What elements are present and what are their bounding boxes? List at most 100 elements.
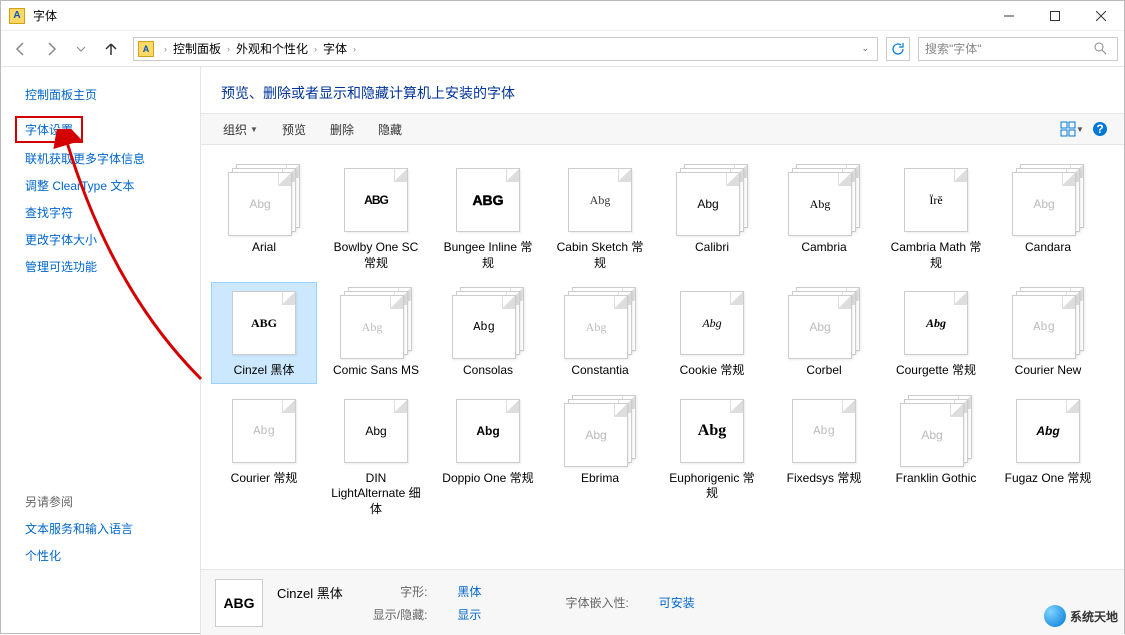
sidebar-home[interactable]: 控制面板主页: [1, 81, 200, 108]
font-item[interactable]: AbgEbrima: [547, 390, 653, 523]
details-thumb: ABG: [215, 579, 263, 627]
sidebar-link-0[interactable]: 联机获取更多字体信息: [1, 145, 200, 172]
maximize-button[interactable]: [1032, 1, 1078, 31]
breadcrumb-sep: ›: [349, 44, 360, 54]
font-item[interactable]: Ïrĕ Cambria Math 常规: [883, 159, 989, 276]
font-item[interactable]: ABGBungee Inline 常规: [435, 159, 541, 276]
sidebar-link-4[interactable]: 管理可选功能: [1, 253, 200, 280]
sidebar-link-3[interactable]: 更改字体大小: [1, 226, 200, 253]
content-header: 预览、删除或者显示和隐藏计算机上安装的字体: [201, 67, 1124, 113]
font-name: Courier 常规: [231, 471, 298, 487]
font-name: Cookie 常规: [680, 363, 745, 379]
font-name: Euphorigenic 常规: [664, 471, 760, 502]
sidebar-link-1[interactable]: 调整 ClearType 文本: [1, 172, 200, 199]
font-name: Franklin Gothic: [896, 471, 977, 487]
refresh-icon: [891, 42, 905, 56]
font-name: Courgette 常规: [896, 363, 976, 379]
font-sample: Abg: [697, 197, 718, 211]
close-icon: [1096, 11, 1106, 21]
font-sample: Ïrĕ: [929, 193, 942, 208]
font-item[interactable]: AbgCabin Sketch 常规: [547, 159, 653, 276]
window-title: 字体: [33, 7, 986, 24]
sidebar-seealso-0[interactable]: 文本服务和输入语言: [1, 515, 200, 542]
view-options[interactable]: ▼: [1060, 117, 1084, 141]
toolbar-preview[interactable]: 预览: [272, 117, 316, 142]
font-sample: Abg: [1036, 424, 1059, 438]
font-thumb: ABG: [452, 164, 524, 236]
close-button[interactable]: [1078, 1, 1124, 31]
font-sample: ABG: [364, 193, 388, 207]
font-sample: Abg: [253, 424, 275, 438]
font-item[interactable]: AbgComic Sans MS: [323, 282, 429, 384]
font-item[interactable]: AbgCorbel: [771, 282, 877, 384]
font-thumb: Abg: [228, 395, 300, 467]
font-sample: Abg: [810, 197, 831, 212]
font-item[interactable]: AbgCambria: [771, 159, 877, 276]
font-thumb: Abg: [900, 395, 972, 467]
font-thumb: Abg: [340, 287, 412, 359]
sidebar-font-settings[interactable]: 字体设置: [25, 121, 73, 138]
font-sample: Abg: [476, 424, 499, 438]
refresh-button[interactable]: [886, 37, 910, 61]
font-item[interactable]: Abg Calibri: [659, 159, 765, 276]
back-button[interactable]: [7, 35, 35, 63]
font-thumb: Abg: [676, 287, 748, 359]
font-item[interactable]: Abg Franklin Gothic: [883, 390, 989, 523]
details-style-label: 字形:: [373, 583, 428, 602]
forward-button[interactable]: [37, 35, 65, 63]
font-sample: Abg: [473, 320, 495, 334]
font-name: Cinzel 黑体: [234, 363, 295, 379]
font-name: Candara: [1025, 240, 1071, 256]
toolbar-hide[interactable]: 隐藏: [368, 117, 412, 142]
sidebar-link-2[interactable]: 查找字符: [1, 199, 200, 226]
app-icon: A: [9, 8, 25, 24]
font-item[interactable]: AbgFixedsys 常规: [771, 390, 877, 523]
font-item[interactable]: AbgConstantia: [547, 282, 653, 384]
address-bar[interactable]: A › 控制面板 › 外观和个性化 › 字体 › ⌄: [133, 37, 878, 61]
search-box[interactable]: 搜索"字体": [918, 37, 1118, 61]
font-item[interactable]: AbgEuphorigenic 常规: [659, 390, 765, 523]
font-item[interactable]: Abg Candara: [995, 159, 1101, 276]
font-item[interactable]: AbgFugaz One 常规: [995, 390, 1101, 523]
up-button[interactable]: [97, 35, 125, 63]
toolbar-delete[interactable]: 删除: [320, 117, 364, 142]
font-item[interactable]: ABGCinzel 黑体: [211, 282, 317, 384]
details-showhide-value: 显示: [457, 606, 481, 623]
breadcrumb-sep: ›: [223, 44, 234, 54]
font-item[interactable]: AbgCourgette 常规: [883, 282, 989, 384]
view-icon: [1060, 121, 1076, 137]
font-item[interactable]: AbgArial: [211, 159, 317, 276]
globe-icon: [1044, 605, 1066, 627]
breadcrumb-2[interactable]: 字体: [321, 40, 349, 57]
recent-dropdown[interactable]: [67, 35, 95, 63]
back-arrow-icon: [13, 41, 29, 57]
minimize-button[interactable]: [986, 1, 1032, 31]
toolbar: 组织▼ 预览 删除 隐藏 ▼ ?: [201, 113, 1124, 145]
help-icon: ?: [1092, 121, 1108, 137]
font-item[interactable]: ABGBowlby One SC 常规: [323, 159, 429, 276]
breadcrumb-sep: ›: [160, 44, 171, 54]
font-item[interactable]: AbgDIN LightAlternate 细体: [323, 390, 429, 523]
sidebar-seealso-1[interactable]: 个性化: [1, 542, 200, 569]
help-button[interactable]: ?: [1088, 117, 1112, 141]
address-dropdown[interactable]: ⌄: [857, 43, 873, 54]
font-sample: Abg: [1033, 197, 1054, 211]
svg-text:?: ?: [1096, 122, 1103, 136]
search-placeholder: 搜索"字体": [925, 40, 982, 57]
font-name: Fixedsys 常规: [787, 471, 862, 487]
toolbar-organize[interactable]: 组织▼: [213, 117, 268, 142]
breadcrumb-0[interactable]: 控制面板: [171, 40, 223, 57]
font-name: Consolas: [463, 363, 513, 379]
font-item[interactable]: AbgDoppio One 常规: [435, 390, 541, 523]
font-name: Calibri: [695, 240, 729, 256]
font-item[interactable]: Abg Consolas: [435, 282, 541, 384]
font-item[interactable]: Abg Cookie 常规: [659, 282, 765, 384]
font-name: Cambria Math 常规: [888, 240, 984, 271]
font-item[interactable]: AbgCourier New: [995, 282, 1101, 384]
titlebar: A 字体: [1, 1, 1124, 31]
details-style-value: 黑体: [457, 583, 481, 602]
font-item[interactable]: Abg Courier 常规: [211, 390, 317, 523]
details-name: Cinzel 黑体: [277, 583, 343, 602]
font-name: Corbel: [806, 363, 841, 379]
breadcrumb-1[interactable]: 外观和个性化: [234, 40, 310, 57]
